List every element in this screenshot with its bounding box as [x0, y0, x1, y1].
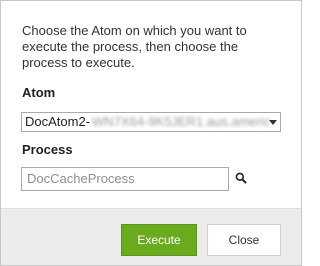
- atom-select-obscured-value: WN7X64-9K5JER1.aus.americ: [92, 114, 271, 129]
- dialog-body: Choose the Atom on which you want to exe…: [1, 1, 301, 208]
- atom-select-value: DocAtom2-: [25, 114, 91, 129]
- process-label: Process: [22, 142, 73, 157]
- atom-label: Atom: [22, 85, 56, 100]
- close-button[interactable]: Close: [207, 224, 281, 256]
- process-input[interactable]: DocCacheProcess: [21, 167, 229, 191]
- atom-select[interactable]: DocAtom2- WN7X64-9K5JER1.aus.americ: [21, 112, 281, 132]
- search-icon[interactable]: [235, 172, 247, 184]
- chevron-down-icon[interactable]: [269, 120, 277, 125]
- execute-process-dialog: Choose the Atom on which you want to exe…: [0, 0, 302, 266]
- dialog-footer: Execute Close: [1, 208, 301, 265]
- dialog-instructions: Choose the Atom on which you want to exe…: [22, 23, 247, 70]
- execute-button[interactable]: Execute: [121, 224, 197, 256]
